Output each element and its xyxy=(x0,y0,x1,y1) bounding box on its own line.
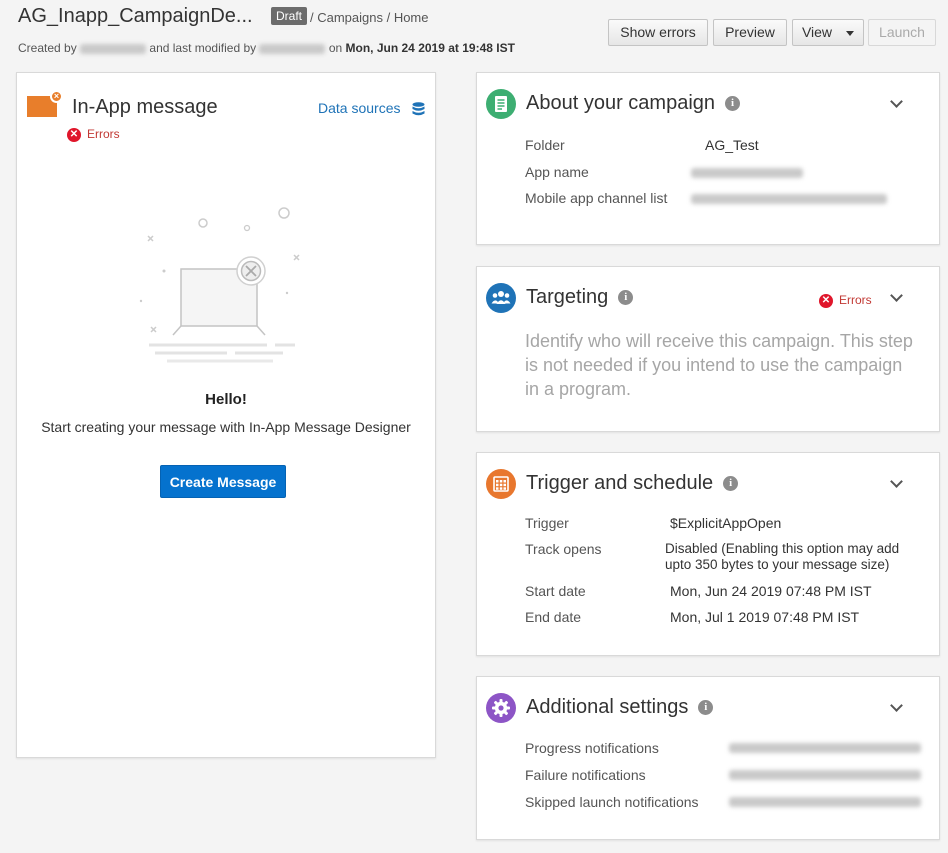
envelope-icon: × xyxy=(27,90,63,117)
breadcrumb[interactable]: / Campaigns / Home xyxy=(310,10,429,25)
view-label: View xyxy=(801,24,833,40)
channel-label: Mobile app channel list xyxy=(525,190,668,206)
preview-button[interactable]: Preview xyxy=(713,19,787,46)
message-errors-label: Errors xyxy=(87,127,120,141)
about-campaign-card: About your campaign i Folder AG_Test App … xyxy=(476,72,940,245)
end-date-label: End date xyxy=(525,609,582,625)
additional-settings-card: Additional settings i Progress notificati… xyxy=(476,676,940,840)
modified-date: Mon, Jun 24 2019 at 19:48 IST xyxy=(345,41,515,55)
creator-name-redacted xyxy=(80,43,147,54)
targeting-title-text: Targeting xyxy=(526,286,609,308)
additional-title-text: Additional settings xyxy=(526,696,689,718)
database-icon[interactable] xyxy=(412,102,425,116)
end-date-value: Mon, Jul 1 2019 07:48 PM IST xyxy=(670,609,860,625)
trigger-title-text: Trigger and schedule xyxy=(526,472,714,494)
on-label: on xyxy=(328,41,343,55)
targeting-errors[interactable]: ✕ Errors xyxy=(819,293,872,308)
calendar-icon xyxy=(486,469,516,499)
chevron-down-icon[interactable] xyxy=(890,95,903,108)
folder-label: Folder xyxy=(525,137,565,153)
message-errors[interactable]: ✕ Errors xyxy=(67,127,120,142)
targeting-card: Targeting i ✕ Errors Identify who will rec… xyxy=(476,266,940,432)
trigger-label: Trigger xyxy=(525,515,569,531)
targeting-description: Identify who will receive this campaign.… xyxy=(525,331,913,399)
start-date-label: Start date xyxy=(525,583,586,599)
start-date-value: Mon, Jun 24 2019 07:48 PM IST xyxy=(670,583,872,599)
error-icon: ✕ xyxy=(67,127,81,142)
hello-subtitle: Start creating your message with In-App … xyxy=(41,419,411,435)
modified-by-label: and last modified by xyxy=(149,41,257,55)
chevron-down-icon[interactable] xyxy=(890,475,903,488)
error-mark-icon: × xyxy=(50,90,63,103)
gear-icon xyxy=(486,693,516,723)
skipped-notifications-label: Skipped launch notifications xyxy=(525,794,699,810)
info-icon[interactable]: i xyxy=(698,700,714,716)
error-icon: ✕ xyxy=(819,293,833,308)
status-badge: Draft xyxy=(271,7,308,25)
targeting-title: Targeting i xyxy=(526,286,634,309)
skipped-email-redacted xyxy=(729,797,921,807)
message-title: In-App message xyxy=(72,96,218,118)
empty-message-illustration xyxy=(139,207,300,363)
trigger-schedule-card: Trigger and schedule i Trigger $ExplicitA… xyxy=(476,452,940,656)
progress-email-redacted xyxy=(729,743,921,753)
info-icon[interactable]: i xyxy=(618,290,634,306)
targeting-errors-label: Errors xyxy=(839,293,872,307)
campaign-title: AG_Inapp_CampaignDe... xyxy=(18,5,253,27)
users-icon xyxy=(486,283,516,313)
chevron-down-icon[interactable] xyxy=(890,289,903,302)
message-panel: × In-App message Data sources ✕ Errors H… xyxy=(16,72,436,758)
campaign-meta: Created by and last modified by on Mon, … xyxy=(18,41,515,55)
about-title: About your campaign i xyxy=(526,92,741,115)
app-name-label: App name xyxy=(525,164,589,180)
modifier-name-redacted xyxy=(259,43,326,54)
create-message-button[interactable]: Create Message xyxy=(160,465,286,498)
show-errors-button[interactable]: Show errors xyxy=(608,19,708,46)
view-dropdown[interactable]: View xyxy=(792,19,864,46)
data-sources-link[interactable]: Data sources xyxy=(318,100,400,116)
trigger-title: Trigger and schedule i xyxy=(526,472,739,495)
chevron-down-icon[interactable] xyxy=(890,699,903,712)
failure-notifications-label: Failure notifications xyxy=(525,767,646,783)
about-title-text: About your campaign xyxy=(526,92,716,114)
trigger-value: $ExplicitAppOpen xyxy=(670,515,782,531)
created-by-label: Created by xyxy=(18,41,77,55)
hello-heading: Hello! xyxy=(205,391,247,408)
caret-down-icon xyxy=(846,30,855,36)
channel-redacted xyxy=(691,194,887,204)
track-opens-label: Track opens xyxy=(525,541,602,557)
failure-email-redacted xyxy=(729,770,921,780)
launch-button[interactable]: Launch xyxy=(868,19,936,46)
app-name-redacted xyxy=(691,168,803,178)
info-icon[interactable]: i xyxy=(725,96,741,112)
document-icon xyxy=(486,89,516,119)
track-opens-value: Disabled (Enabling this option may add u… xyxy=(665,541,900,572)
folder-value: AG_Test xyxy=(705,137,759,153)
additional-title: Additional settings i xyxy=(526,696,714,719)
info-icon[interactable]: i xyxy=(723,476,739,492)
progress-notifications-label: Progress notifications xyxy=(525,740,659,756)
